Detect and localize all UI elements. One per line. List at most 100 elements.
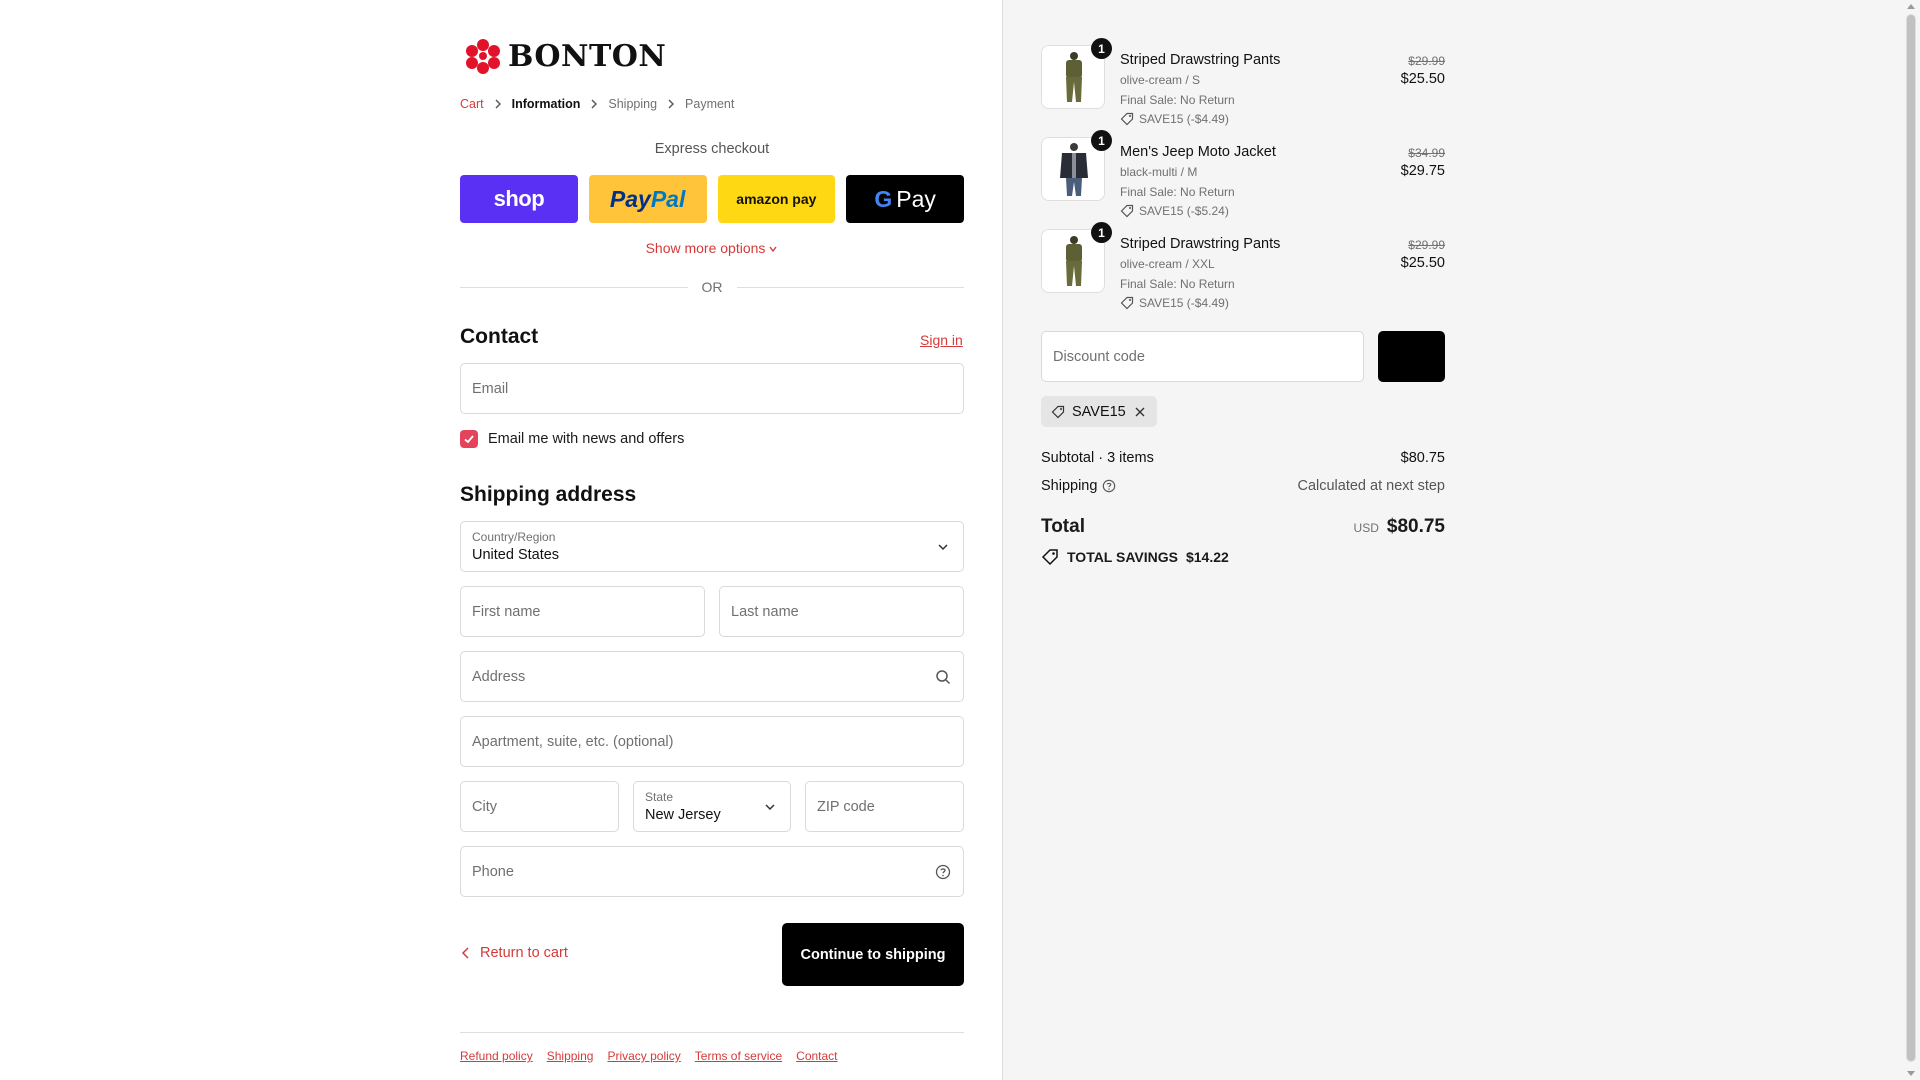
quantity-badge: 1	[1091, 38, 1112, 59]
continue-to-shipping-button[interactable]: Continue to shipping	[782, 923, 964, 986]
amazon-pay-button[interactable]: amazon pay	[717, 175, 836, 223]
total-value: $80.75	[1386, 516, 1445, 537]
help-icon[interactable]	[935, 864, 951, 880]
checkmark-icon	[464, 435, 474, 444]
chevron-down-icon	[938, 544, 948, 551]
applied-discount-code: SAVE15	[1072, 403, 1126, 420]
scrollbar-thumb[interactable]	[1906, 14, 1916, 1062]
address-field[interactable]: Address	[460, 651, 964, 702]
paypal-button[interactable]: Pay Pal	[588, 175, 707, 223]
first-name-field[interactable]: First name	[460, 586, 705, 637]
amazon-pay-label: amazon pay	[736, 191, 817, 207]
phone-field[interactable]: Phone	[460, 846, 964, 897]
applied-discount-chip: SAVE15	[1041, 396, 1157, 427]
item-discount: SAVE15 (-$4.49)	[1120, 296, 1229, 310]
scroll-down-icon[interactable]	[1907, 1071, 1915, 1076]
or-divider: OR	[460, 279, 964, 295]
item-note: Final Sale: No Return	[1120, 185, 1235, 199]
email-field[interactable]: Email	[460, 363, 964, 414]
subtotal-value: $80.75	[1400, 450, 1445, 466]
subtotal-row: Subtotal · 3 items $80.75	[1041, 450, 1445, 466]
currency-code: USD	[1353, 521, 1379, 535]
discount-code-placeholder: Discount code	[1053, 349, 1145, 365]
apply-discount-button[interactable]	[1378, 331, 1445, 382]
breadcrumb-information: Information	[511, 97, 581, 111]
express-checkout-buttons: shop Pay Pal amazon pay G Pay	[460, 175, 964, 223]
item-name: Striped Drawstring Pants	[1120, 236, 1281, 252]
privacy-policy-link[interactable]: Privacy policy	[607, 1049, 680, 1063]
cart-item: 1 Striped Drawstring Pants olive-cream /…	[1041, 38, 1445, 129]
footer-links: Refund policy Shipping Privacy policy Te…	[460, 1049, 838, 1063]
city-placeholder: City	[472, 799, 497, 815]
chevron-right-icon	[484, 99, 512, 109]
country-label: Country/Region	[472, 530, 556, 544]
chevron-left-icon	[461, 947, 469, 959]
shop-pay-label: shop	[493, 186, 545, 211]
total-savings-value: $14.22	[1185, 549, 1229, 565]
cart-item: 1 Men's Jeep Moto Jacket black-multi / M…	[1041, 130, 1445, 221]
item-original-price: $34.99	[1408, 146, 1445, 160]
item-price: $25.50	[1400, 255, 1445, 271]
item-discount-label: SAVE15 (-$4.49)	[1139, 296, 1229, 310]
brand-logo[interactable]: BONTON	[464, 38, 666, 74]
scrollbar[interactable]	[1902, 0, 1920, 1080]
city-field[interactable]: City	[460, 781, 619, 832]
item-original-price: $29.99	[1408, 238, 1445, 252]
breadcrumb-cart[interactable]: Cart	[460, 97, 484, 111]
item-variant: olive-cream / XXL	[1120, 257, 1215, 271]
item-name: Men's Jeep Moto Jacket	[1120, 144, 1276, 160]
newsletter-checkbox-row[interactable]: Email me with news and offers	[460, 430, 684, 448]
item-original-price: $29.99	[1408, 54, 1445, 68]
country-select[interactable]: Country/Region United States	[460, 521, 964, 572]
cart-item: 1 Striped Drawstring Pants olive-cream /…	[1041, 222, 1445, 313]
address-placeholder: Address	[472, 669, 526, 685]
shipping-address-title: Shipping address	[460, 483, 637, 506]
quantity-badge: 1	[1091, 130, 1112, 151]
return-to-cart-link[interactable]: Return to cart	[460, 945, 568, 961]
subtotal-label: Subtotal · 3 items	[1041, 450, 1154, 466]
first-name-placeholder: First name	[472, 604, 541, 620]
paypal-label-a: Pay	[609, 185, 651, 212]
item-discount-label: SAVE15 (-$5.24)	[1139, 204, 1229, 218]
item-variant: olive-cream / S	[1120, 73, 1201, 87]
google-g-icon: G	[874, 185, 893, 212]
zip-field[interactable]: ZIP code	[805, 781, 964, 832]
google-pay-button[interactable]: G Pay	[846, 175, 964, 223]
item-discount: SAVE15 (-$4.49)	[1120, 112, 1229, 126]
item-name: Striped Drawstring Pants	[1120, 52, 1281, 68]
chevron-right-icon	[580, 99, 608, 109]
close-icon[interactable]	[1133, 405, 1147, 419]
help-icon[interactable]	[1102, 479, 1116, 493]
last-name-field[interactable]: Last name	[719, 586, 964, 637]
express-checkout-title: Express checkout	[654, 141, 770, 157]
shipping-policy-link[interactable]: Shipping	[547, 1049, 594, 1063]
show-more-options-link[interactable]: Show more options	[460, 240, 964, 256]
breadcrumb: Cart Information Shipping Payment	[460, 97, 734, 111]
terms-of-service-link[interactable]: Terms of service	[695, 1049, 782, 1063]
country-value: United States	[472, 547, 560, 563]
refund-policy-link[interactable]: Refund policy	[460, 1049, 533, 1063]
item-note: Final Sale: No Return	[1120, 93, 1235, 107]
breadcrumb-payment: Payment	[685, 97, 735, 111]
state-select[interactable]: State New Jersey	[633, 781, 791, 832]
email-placeholder: Email	[472, 381, 509, 397]
item-note: Final Sale: No Return	[1120, 277, 1235, 291]
tag-icon	[1120, 204, 1134, 218]
item-discount: SAVE15 (-$5.24)	[1120, 204, 1229, 218]
tag-icon	[1120, 112, 1134, 126]
sign-in-link[interactable]: Sign in	[920, 332, 963, 348]
newsletter-checkbox[interactable]	[460, 430, 478, 448]
search-icon	[936, 670, 951, 685]
newsletter-label: Email me with news and offers	[488, 431, 685, 447]
contact-title: Contact	[460, 325, 539, 348]
tag-icon	[1041, 549, 1058, 566]
scroll-up-icon[interactable]	[1907, 4, 1915, 9]
contact-link[interactable]: Contact	[796, 1049, 837, 1063]
shop-pay-button[interactable]: shop	[460, 175, 578, 223]
apartment-field[interactable]: Apartment, suite, etc. (optional)	[460, 716, 964, 767]
chevron-down-icon	[769, 246, 777, 253]
breadcrumb-shipping: Shipping	[608, 97, 658, 111]
total-savings: TOTAL SAVINGS $14.22	[1041, 548, 1229, 566]
discount-code-field[interactable]: Discount code	[1041, 331, 1364, 382]
phone-placeholder: Phone	[472, 864, 514, 880]
